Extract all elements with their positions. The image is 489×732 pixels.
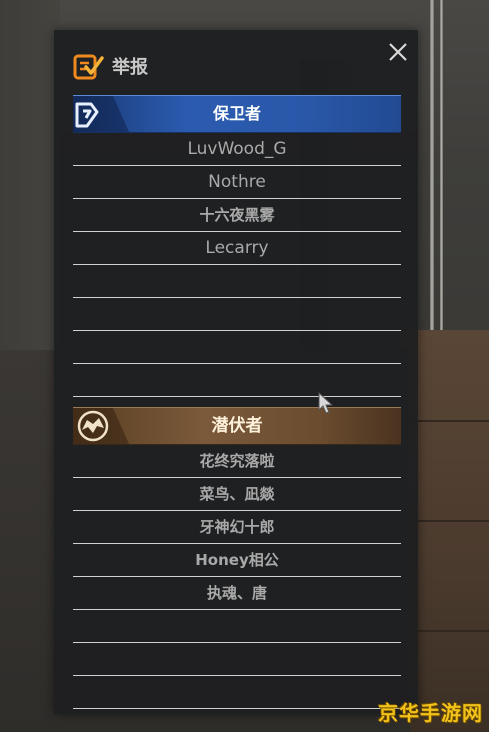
- player-row[interactable]: Lecarry: [73, 232, 401, 265]
- player-row[interactable]: 菜鸟、凪燚: [73, 478, 401, 511]
- mouse-cursor-icon: [318, 392, 334, 414]
- player-row[interactable]: Honey相公: [73, 544, 401, 577]
- player-row[interactable]: 牙神幻十郎: [73, 511, 401, 544]
- team-name-lurkers: 潜伏者: [211, 416, 263, 436]
- background-crate-plank: [410, 520, 489, 522]
- background-crate: [410, 330, 489, 732]
- close-button[interactable]: [386, 40, 410, 64]
- site-watermark: 京华手游网: [378, 701, 483, 725]
- background-pole: [440, 0, 443, 350]
- player-row[interactable]: 花终究落啦: [73, 445, 401, 478]
- team-banner-defenders: 保卫者: [73, 95, 401, 133]
- empty-player-slot: [73, 298, 401, 331]
- background-crate-plank: [410, 630, 489, 632]
- dialog-header: 举报: [72, 50, 148, 82]
- empty-player-slot: [73, 643, 401, 676]
- team-banner-lurkers: 潜伏者: [73, 407, 401, 445]
- background-pole: [430, 0, 434, 350]
- close-icon[interactable]: [386, 40, 410, 64]
- defender-player-list: LuvWood_G Nothre 十六夜黑雾 Lecarry: [73, 133, 401, 430]
- report-dialog: 举报 保卫者 LuvWood_G Nothre 十六夜黑雾 Lecarry 潜伏…: [54, 30, 418, 714]
- empty-player-slot: [73, 364, 401, 397]
- player-row[interactable]: 执魂、唐: [73, 577, 401, 610]
- background-crate-plank: [410, 420, 489, 422]
- empty-player-slot: [73, 331, 401, 364]
- lurker-player-list: 花终究落啦 菜鸟、凪燚 牙神幻十郎 Honey相公 执魂、唐: [73, 445, 401, 709]
- empty-player-slot: [73, 610, 401, 643]
- team-name-defenders: 保卫者: [212, 104, 261, 123]
- player-row[interactable]: Nothre: [73, 166, 401, 199]
- dialog-title: 举报: [112, 57, 148, 78]
- player-row[interactable]: LuvWood_G: [73, 133, 401, 166]
- report-icon: [72, 50, 104, 82]
- empty-player-slot: [73, 265, 401, 298]
- empty-player-slot: [73, 676, 401, 709]
- player-row[interactable]: 十六夜黑雾: [73, 199, 401, 232]
